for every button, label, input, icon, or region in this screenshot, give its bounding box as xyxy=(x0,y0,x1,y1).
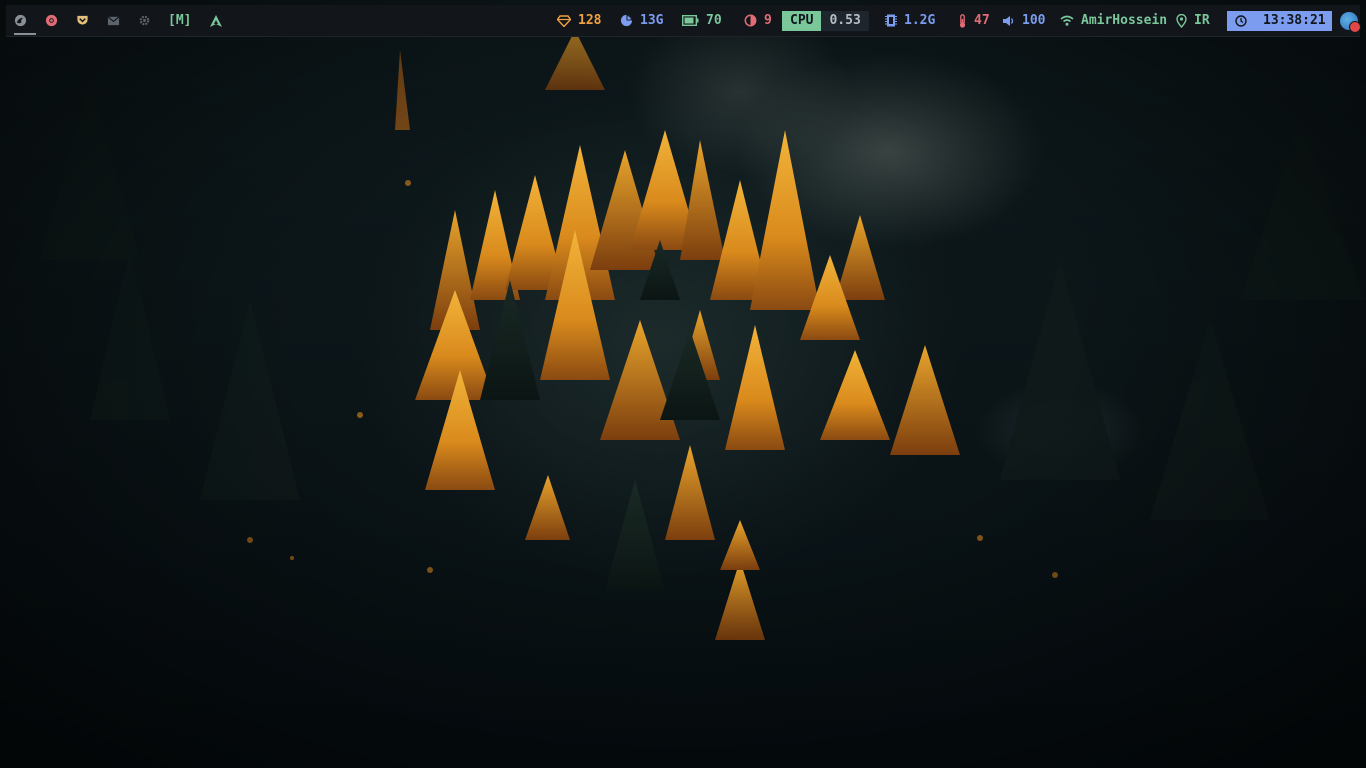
wifi-icon xyxy=(1060,15,1074,26)
status-bar: [M] 128 13G 70 9 CPU 0.53 1.2G 47 100 Am… xyxy=(6,5,1361,37)
active-workspace-indicator xyxy=(14,33,36,35)
volume-module[interactable]: 100 xyxy=(1002,5,1045,36)
workspace-chrome[interactable] xyxy=(38,5,64,36)
gem-icon xyxy=(557,14,571,27)
clock-time: 13:38:21 xyxy=(1263,13,1326,28)
workspace-settings[interactable] xyxy=(131,5,157,36)
disk-module[interactable]: 13G xyxy=(620,5,663,36)
layout-indicator-label: [M] xyxy=(168,13,192,28)
network-ssid: AmirHossein xyxy=(1081,13,1168,28)
wallpaper xyxy=(0,0,1366,768)
pocket-icon xyxy=(76,15,88,25)
thermometer-icon xyxy=(959,13,966,28)
cpu-load: 0.53 xyxy=(821,10,869,31)
launcher[interactable] xyxy=(209,5,223,36)
mail-icon xyxy=(107,16,119,26)
memory-icon xyxy=(885,14,897,27)
pie-chart-icon xyxy=(620,14,633,27)
brightness-icon xyxy=(744,14,757,27)
avatar-icon xyxy=(1340,11,1361,33)
location-code: IR xyxy=(1194,13,1210,28)
brightness-level: 9 xyxy=(764,13,772,28)
memory-used: 1.2G xyxy=(904,13,936,28)
updates-module[interactable]: 128 xyxy=(557,5,601,36)
temperature-module[interactable]: 47 xyxy=(958,5,990,36)
firefox-icon xyxy=(14,14,26,27)
clock-icon xyxy=(1235,14,1247,27)
battery-module[interactable]: 70 xyxy=(682,5,722,36)
workspace-mail[interactable] xyxy=(100,5,126,36)
layout-indicator[interactable]: [M] xyxy=(168,5,191,36)
volume-level: 100 xyxy=(1022,13,1046,28)
battery-icon xyxy=(682,15,699,26)
location-pin-icon xyxy=(1176,13,1187,28)
desktop xyxy=(0,0,1366,768)
workspace-pocket[interactable] xyxy=(69,5,95,36)
network-module[interactable]: AmirHossein xyxy=(1060,5,1167,36)
cpu-module[interactable]: CPU 0.53 xyxy=(782,5,869,36)
updates-count: 128 xyxy=(578,13,602,28)
chrome-icon xyxy=(45,14,57,27)
cpu-label: CPU xyxy=(782,10,822,31)
memory-module[interactable]: 1.2G xyxy=(885,5,935,36)
clock-module[interactable]: 13:38:21 xyxy=(1227,5,1332,36)
tray-module[interactable] xyxy=(1340,5,1361,36)
volume-icon xyxy=(1003,15,1014,26)
disk-free: 13G xyxy=(640,13,664,28)
location-module[interactable]: IR xyxy=(1176,5,1210,36)
workspace-firefox[interactable] xyxy=(7,5,33,36)
arch-launcher-icon xyxy=(210,14,222,27)
battery-level: 70 xyxy=(706,13,722,28)
temperature-value: 47 xyxy=(974,13,990,28)
brightness-module[interactable]: 9 xyxy=(744,5,772,36)
gear-icon xyxy=(139,15,149,26)
notification-badge xyxy=(1349,20,1361,33)
